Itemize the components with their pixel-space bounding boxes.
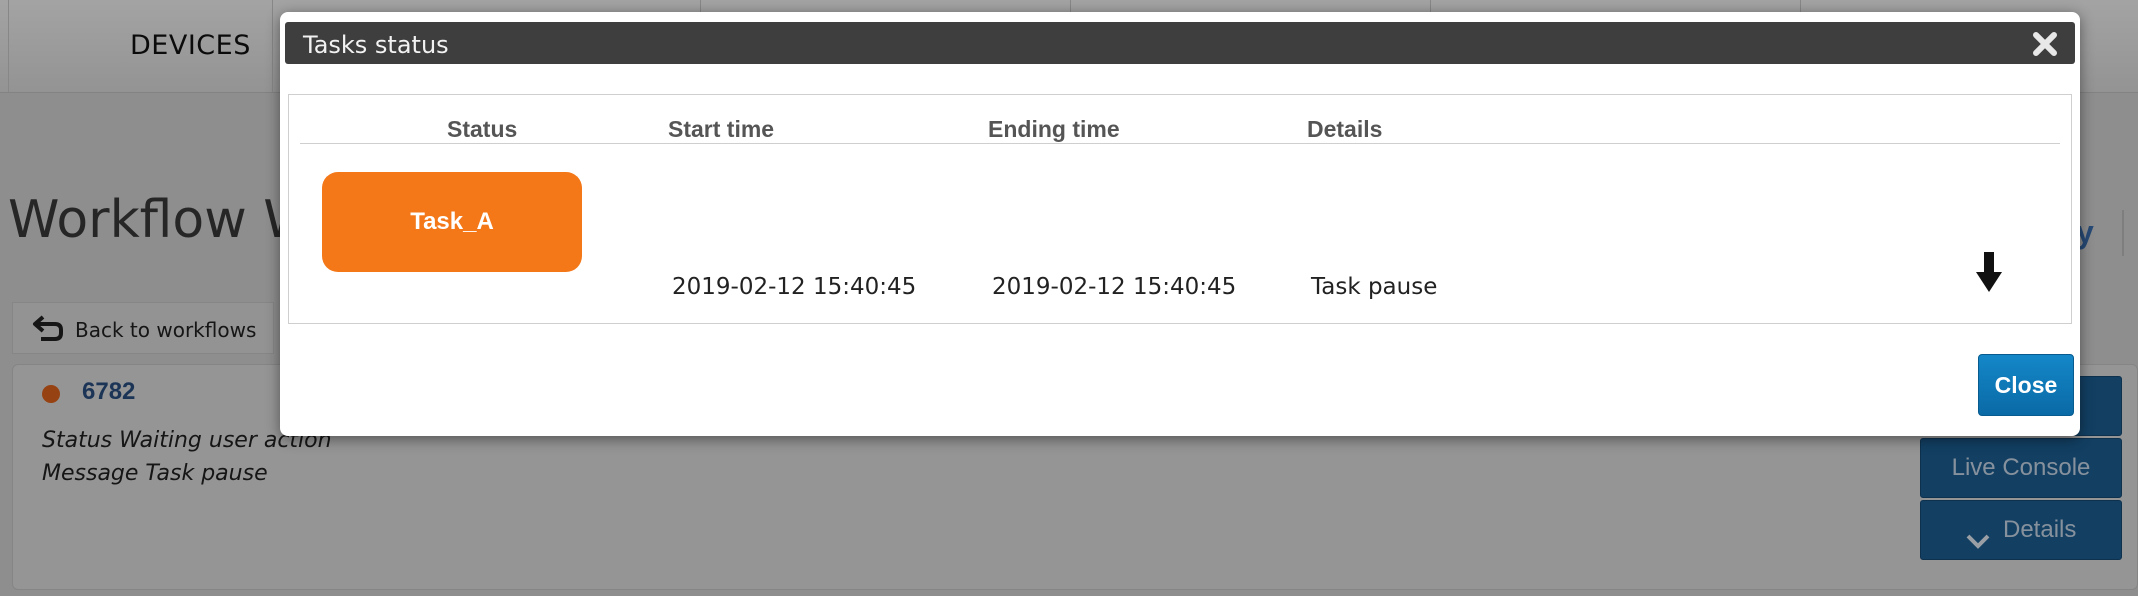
column-header-ending-time: Ending time bbox=[988, 116, 1120, 142]
table-header-divider bbox=[300, 143, 2060, 144]
close-button[interactable]: Close bbox=[1978, 354, 2074, 416]
column-header-status: Status bbox=[447, 116, 518, 142]
dialog-header: Tasks status bbox=[285, 22, 2075, 64]
task-status-pill[interactable]: Task_A bbox=[322, 172, 582, 272]
tasks-status-dialog: Tasks status Status Start time Ending ti… bbox=[280, 12, 2080, 436]
column-header-start-time: Start time bbox=[668, 116, 775, 142]
close-x-icon[interactable] bbox=[2031, 30, 2059, 58]
task-details: Task pause bbox=[1311, 274, 1438, 300]
task-start-time: 2019-02-12 15:40:45 bbox=[672, 274, 917, 300]
task-ending-time: 2019-02-12 15:40:45 bbox=[992, 274, 1237, 300]
dialog-title: Tasks status bbox=[303, 31, 449, 59]
column-header-details: Details bbox=[1307, 116, 1383, 142]
download-arrow-icon[interactable] bbox=[1974, 250, 2004, 299]
